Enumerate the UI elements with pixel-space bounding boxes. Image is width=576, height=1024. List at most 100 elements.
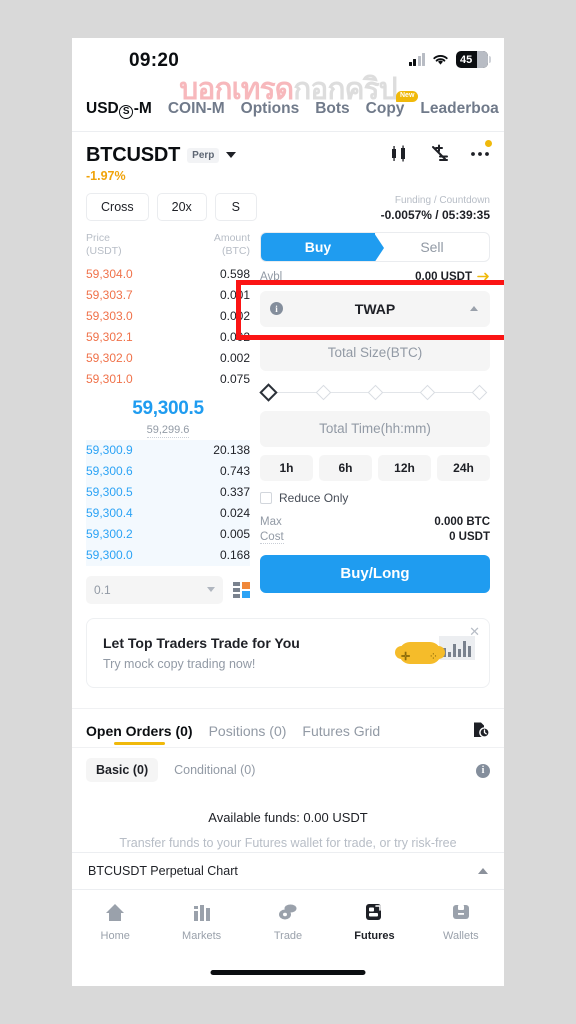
time-preset-6h[interactable]: 6h (319, 454, 372, 481)
bid-price: 59,300.4 (86, 506, 133, 521)
nav-futures[interactable]: Futures (331, 902, 417, 942)
gamepad-chart-icon: ✛ ⁘ (395, 633, 475, 673)
slider-tick[interactable] (367, 384, 384, 400)
reduce-only-toggle[interactable]: Reduce Only (260, 491, 490, 505)
bid-amount: 20.138 (213, 443, 250, 458)
slider-tick[interactable] (315, 384, 332, 400)
tab-futures-grid[interactable]: Futures Grid (302, 723, 380, 747)
order-book-row[interactable]: 59,301.0 0.075 (86, 369, 250, 390)
chart-toggle-bar[interactable]: BTCUSDT Perpetual Chart (72, 852, 504, 890)
cellular-signal-icon (408, 53, 425, 66)
nav-trade[interactable]: Trade (245, 902, 331, 942)
order-book-header: Price (USDT) Amount (BTC) (86, 232, 250, 258)
time-preset-1h[interactable]: 1h (260, 454, 313, 481)
subtab-conditional[interactable]: Conditional (0) (164, 758, 265, 782)
order-book-depth-icon[interactable] (233, 581, 250, 598)
order-summary: Max 0.000 BTC Cost 0 USDT (260, 515, 490, 545)
order-book-row[interactable]: 59,303.0 0.002 (86, 306, 250, 327)
order-book-row[interactable]: 59,302.0 0.002 (86, 348, 250, 369)
tab-copy[interactable]: Copy New (366, 91, 419, 118)
total-size-placeholder: Total Size(BTC) (327, 345, 423, 360)
bid-amount: 0.005 (219, 527, 250, 542)
bid-amount: 0.743 (219, 464, 250, 479)
slider-tick[interactable] (419, 384, 436, 400)
order-book-row[interactable]: 59,300.9 20.138 (86, 440, 250, 461)
calculator-icon[interactable] (430, 144, 450, 163)
order-book-row[interactable]: 59,300.4 0.024 (86, 503, 250, 524)
total-size-input[interactable]: Total Size(BTC) (260, 334, 490, 371)
order-book-amount-label: Amount (213, 231, 250, 244)
leverage-chip[interactable]: 20x (156, 192, 207, 221)
ask-amount: 0.002 (219, 330, 250, 345)
order-book-price-label: Price (86, 231, 110, 244)
chevron-down-icon (226, 152, 237, 158)
available-funds-text: Available funds: 0.00 USDT (208, 809, 368, 825)
order-book-asks: 59,304.0 0.598 59,303.7 0.001 59,303.0 0.00… (86, 264, 250, 390)
order-book-row[interactable]: 59,300.6 0.743 (86, 461, 250, 482)
tab-bots[interactable]: Bots (315, 100, 349, 118)
nav-wallets[interactable]: Wallets (418, 902, 504, 942)
order-book-amount-unit: (BTC) (222, 244, 250, 257)
wallet-transfer-icon[interactable] (477, 271, 490, 282)
order-book-row[interactable]: 59,304.0 0.598 (86, 264, 250, 285)
promo-banner[interactable]: Let Top Traders Trade for You Try mock c… (86, 617, 490, 688)
settings-row: Cross 20x S Funding / Countdown -0.0057%… (72, 183, 504, 222)
tab-open-orders[interactable]: Open Orders (0) (86, 723, 193, 747)
order-book-row[interactable]: 59,300.0 0.168 (86, 545, 250, 566)
grouping-select[interactable]: 0.1 (86, 575, 223, 604)
battery-icon: 45 (456, 51, 491, 68)
status-bar-indicators: 45 (408, 51, 491, 68)
position-mode-chip[interactable]: S (214, 192, 257, 221)
nav-wallets-label: Wallets (443, 930, 479, 942)
reduce-only-label: Reduce Only (279, 490, 349, 505)
price-change-percent: -1.97% (86, 168, 126, 183)
order-book-row[interactable]: 59,302.1 0.002 (86, 327, 250, 348)
buy-tab[interactable]: Buy (261, 232, 384, 261)
info-icon[interactable]: i (476, 763, 490, 778)
chart-toggle-label: BTCUSDT Perpetual Chart (88, 864, 238, 878)
total-time-input[interactable]: Total Time(hh:mm) (260, 410, 490, 447)
funding-info[interactable]: Funding / Countdown -0.0057% / 05:39:35 (381, 193, 490, 222)
nav-home-label: Home (100, 930, 130, 942)
ask-price: 59,301.0 (86, 372, 133, 387)
order-book-mid: 59,300.5 59,299.6 (86, 390, 250, 440)
order-type-selector[interactable]: i TWAP (260, 290, 490, 327)
tab-coin-m[interactable]: COIN-M (168, 100, 225, 118)
ask-amount: 0.002 (219, 309, 250, 324)
close-icon[interactable]: ✕ (469, 624, 480, 640)
bid-price: 59,300.2 (86, 527, 133, 542)
more-options-icon[interactable] (470, 140, 492, 162)
candlestick-chart-icon[interactable] (390, 145, 410, 162)
tab-options[interactable]: Options (241, 100, 300, 118)
reduce-only-checkbox[interactable] (260, 491, 272, 504)
subtab-basic[interactable]: Basic (0) (86, 757, 159, 782)
order-book-row[interactable]: 59,300.5 0.337 (86, 482, 250, 503)
home-indicator (210, 970, 366, 975)
cost-value: 0 USDT (449, 530, 490, 543)
tab-usds-m-label: USD (86, 100, 119, 117)
order-type-value: TWAP (354, 300, 396, 317)
sell-tab[interactable]: Sell (375, 233, 489, 261)
margin-mode-chip[interactable]: Cross (86, 192, 149, 221)
order-book-row[interactable]: 59,303.7 0.001 (86, 285, 250, 306)
markets-bars-icon (193, 905, 210, 921)
time-preset-24h[interactable]: 24h (437, 454, 490, 481)
tab-usds-m[interactable]: USD S -M (86, 100, 152, 119)
bid-amount: 0.024 (219, 506, 250, 521)
ask-amount: 0.598 (219, 267, 250, 282)
order-history-icon[interactable] (472, 721, 490, 744)
futures-icon (366, 904, 382, 920)
info-icon[interactable]: i (270, 302, 283, 315)
slider-handle[interactable] (259, 382, 278, 402)
tab-leaderboard[interactable]: Leaderboa (420, 100, 498, 118)
size-slider[interactable] (259, 382, 490, 403)
tab-positions[interactable]: Positions (0) (209, 723, 287, 747)
order-book-row[interactable]: 59,300.2 0.005 (86, 524, 250, 545)
nav-markets[interactable]: Markets (158, 902, 244, 942)
time-preset-12h[interactable]: 12h (378, 454, 431, 481)
nav-home[interactable]: Home (72, 902, 158, 942)
funding-value: -0.0057% / 05:39:35 (380, 207, 490, 222)
nav-trade-label: Trade (273, 930, 303, 942)
slider-tick[interactable] (471, 384, 488, 400)
submit-order-button[interactable]: Buy/Long (260, 554, 490, 593)
